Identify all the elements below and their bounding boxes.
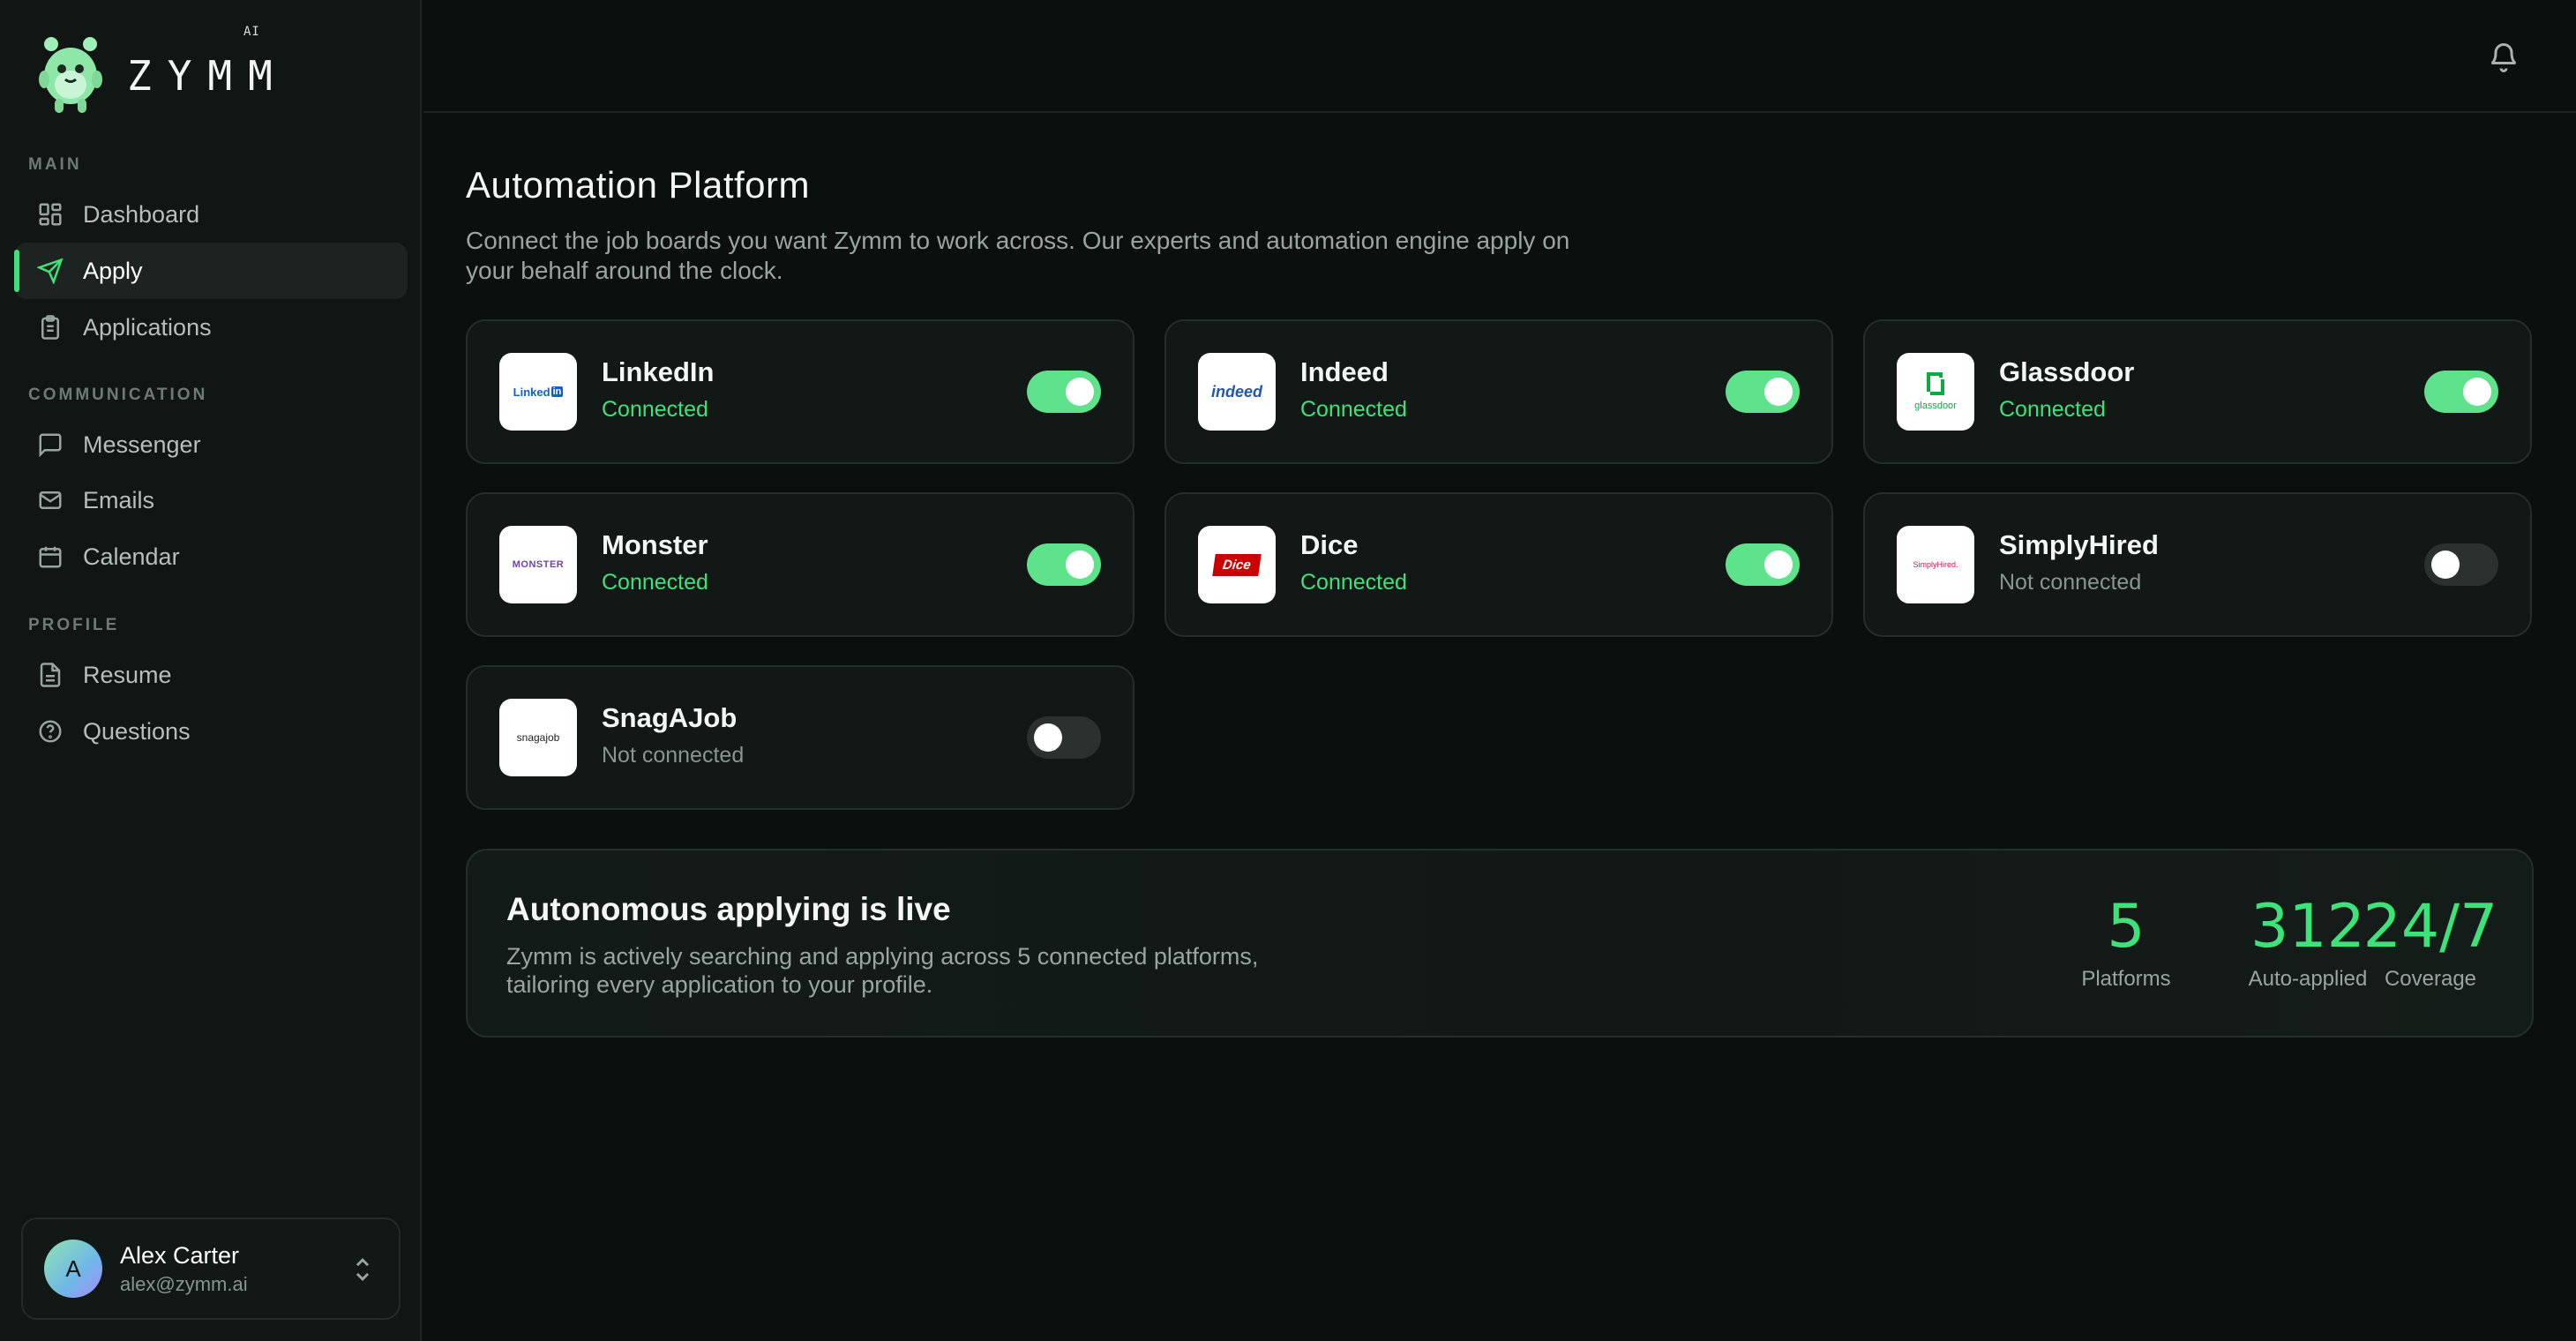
stat-value: 24/7: [2363, 892, 2498, 962]
grid-icon: [39, 203, 62, 226]
dice-toggle[interactable]: [1726, 543, 1800, 586]
avatar: A: [44, 1240, 102, 1298]
sidebar-item-label: Apply: [83, 257, 143, 284]
platform-card-indeed: indeed Indeed Connected: [1164, 319, 1833, 464]
banner-description: Zymm is actively searching and applying …: [506, 943, 1259, 998]
nav-section-main: MAIN: [28, 155, 82, 174]
platform-status: Not connected: [1999, 570, 2142, 595]
platform-name: Indeed: [1300, 356, 1389, 387]
platform-name: Glassdoor: [1999, 356, 2135, 387]
platform-name: SimplyHired: [1999, 529, 2159, 560]
sidebar-item-dashboard[interactable]: Dashboard: [14, 186, 408, 243]
sidebar-item-resume[interactable]: Resume: [14, 647, 408, 703]
chevron-up-down-icon: [356, 1258, 370, 1281]
glassdoor-toggle[interactable]: [2424, 371, 2498, 413]
platform-status: Connected: [602, 570, 708, 595]
clipboard-icon: [41, 315, 59, 340]
sidebar-item-label: Questions: [83, 717, 191, 745]
snagajob-toggle[interactable]: [1027, 716, 1101, 759]
stat-value: 5: [2107, 892, 2145, 962]
mascot-icon: [39, 35, 115, 116]
brand-suffix: AI: [243, 25, 260, 39]
banner-title: Autonomous applying is live: [506, 891, 951, 927]
simplyhired-logo: SimplyHired.: [1897, 526, 1974, 603]
nav-section-profile: PROFILE: [28, 616, 120, 634]
brand-name: ZYMM: [127, 52, 288, 100]
platform-status: Connected: [602, 397, 708, 422]
indeed-toggle[interactable]: [1726, 371, 1800, 413]
platform-card-dice: Dice Dice Connected: [1164, 492, 1833, 637]
sidebar: ZYMM AI MAIN Dashboard Apply Application…: [0, 0, 422, 1341]
sidebar-item-messenger[interactable]: Messenger: [14, 416, 408, 473]
sidebar-item-calendar[interactable]: Calendar: [14, 528, 408, 585]
brand-logo[interactable]: ZYMM: [39, 34, 288, 118]
sidebar-item-label: Dashboard: [83, 200, 200, 228]
stat-coverage: 24/7 Coverage: [2355, 896, 2505, 992]
send-icon: [37, 258, 64, 284]
sidebar-item-label: Applications: [83, 313, 212, 341]
linkedin-logo: Linked in: [499, 353, 577, 431]
linkedin-toggle[interactable]: [1027, 371, 1101, 413]
platform-status: Connected: [1300, 570, 1407, 595]
platform-name: SnagAJob: [602, 702, 738, 733]
dice-logo: Dice: [1198, 526, 1276, 603]
sidebar-item-label: Messenger: [83, 431, 201, 458]
sidebar-item-apply[interactable]: Apply: [14, 243, 408, 299]
snagajob-logo: snagajob: [499, 699, 577, 776]
stat-label: Coverage: [2384, 967, 2477, 991]
simplyhired-toggle[interactable]: [2424, 543, 2498, 586]
user-name: Alex Carter: [120, 1241, 240, 1269]
indeed-logo: indeed: [1198, 353, 1276, 431]
monster-logo: MONSTER: [499, 526, 577, 603]
user-account-menu[interactable]: A Alex Carter alex@zymm.ai: [21, 1217, 401, 1320]
sidebar-item-label: Calendar: [83, 543, 180, 570]
top-bar: [423, 0, 2576, 113]
mail-icon: [39, 491, 62, 509]
platform-card-simplyhired: SimplyHired. SimplyHired Not connected: [1863, 492, 2532, 637]
platform-status: Not connected: [602, 743, 745, 768]
stat-platforms: 5 Platforms: [2056, 896, 2197, 992]
document-icon: [40, 663, 61, 687]
glassdoor-logo: glassdoor: [1897, 353, 1974, 431]
platform-card-glassdoor: glassdoor Glassdoor Connected: [1863, 319, 2532, 464]
autonomous-status-banner: Autonomous applying is live Zymm is acti…: [466, 849, 2534, 1038]
calendar-icon: [39, 546, 62, 568]
bell-icon[interactable]: [2488, 39, 2520, 74]
sidebar-item-applications[interactable]: Applications: [14, 299, 408, 356]
platform-name: LinkedIn: [602, 356, 715, 387]
sidebar-item-label: Emails: [83, 486, 155, 513]
platform-status: Connected: [1300, 397, 1407, 422]
platform-card-monster: MONSTER Monster Connected: [466, 492, 1134, 637]
monster-toggle[interactable]: [1027, 543, 1101, 586]
nav-section-communication: COMMUNICATION: [28, 386, 208, 404]
platform-name: Monster: [602, 529, 708, 560]
chat-icon: [39, 433, 62, 458]
user-email: alex@zymm.ai: [120, 1272, 248, 1295]
sidebar-item-emails[interactable]: Emails: [14, 472, 408, 528]
sidebar-item-questions[interactable]: Questions: [14, 703, 408, 760]
sidebar-item-label: Resume: [83, 661, 172, 688]
stat-label: Platforms: [2081, 967, 2171, 991]
help-circle-icon: [39, 720, 62, 743]
platform-status: Connected: [1999, 397, 2106, 422]
platform-name: Dice: [1300, 529, 1359, 560]
platform-card-snagajob: snagajob SnagAJob Not connected: [466, 665, 1134, 810]
platform-card-linkedin: Linked in LinkedIn Connected: [466, 319, 1134, 464]
page-description: Connect the job boards you want Zymm to …: [466, 227, 1570, 284]
page-title: Automation Platform: [466, 164, 811, 206]
